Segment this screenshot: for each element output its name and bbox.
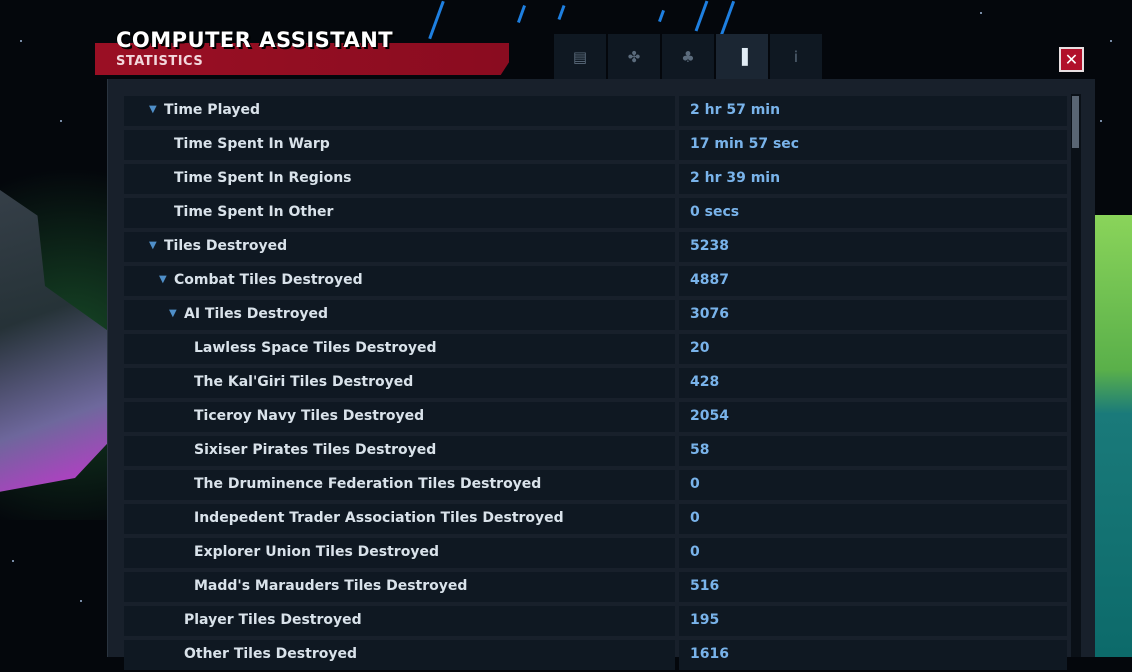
stat-row: Time Spent In Other 0 secs: [124, 196, 1067, 230]
stat-value: 0: [690, 476, 700, 492]
stat-row: Ticeroy Navy Tiles Destroyed 2054: [124, 400, 1067, 434]
stat-value: 2 hr 39 min: [690, 170, 781, 186]
stat-value: 195: [690, 612, 720, 628]
stat-value: 17 min 57 sec: [690, 136, 800, 152]
scrollbar-thumb[interactable]: [1072, 96, 1079, 148]
statistics-panel: ▼ Time Played 2 hr 57 min Time Spent In War…: [107, 79, 1095, 670]
tab-factions[interactable]: ♣: [662, 34, 714, 79]
stat-value-cell: [679, 470, 1067, 500]
bar-chart-icon: ▐: [736, 47, 748, 66]
stat-label: Madd's Marauders Tiles Destroyed: [194, 578, 468, 594]
stat-label: Time Spent In Regions: [174, 170, 352, 186]
expand-arrow-icon[interactable]: ▼: [169, 308, 177, 319]
stat-label: Time Spent In Warp: [174, 136, 330, 152]
stat-row[interactable]: ▼ AI Tiles Destroyed 3076: [124, 298, 1067, 332]
handshake-icon: ✤: [627, 47, 641, 66]
stat-value-cell: [679, 300, 1067, 330]
stat-value-cell: [679, 368, 1067, 398]
stat-label: Time Played: [164, 102, 261, 118]
stat-row[interactable]: ▼ Combat Tiles Destroyed 4887: [124, 264, 1067, 298]
stat-value-cell: [679, 640, 1067, 670]
tab-handshake[interactable]: ✤: [608, 34, 660, 79]
window-subtitle: STATISTICS: [116, 54, 204, 69]
stat-value: 0: [690, 544, 700, 560]
window-title: COMPUTER ASSISTANT: [116, 28, 394, 52]
stat-label: Tiles Destroyed: [164, 238, 288, 254]
stat-value-cell: [679, 572, 1067, 602]
stat-label: The Druminence Federation Tiles Destroye…: [194, 476, 542, 492]
stat-value-cell: [679, 402, 1067, 432]
stat-value: 2 hr 57 min: [690, 102, 781, 118]
stat-row: The Druminence Federation Tiles Destroye…: [124, 468, 1067, 502]
warp-streak: [428, 0, 445, 40]
stat-row: Player Tiles Destroyed 195: [124, 604, 1067, 638]
star: [980, 12, 982, 14]
statistics-list: ▼ Time Played 2 hr 57 min Time Spent In War…: [124, 94, 1067, 672]
stat-label: Sixiser Pirates Tiles Destroyed: [194, 442, 437, 458]
stat-value-cell: [679, 538, 1067, 568]
stat-value: 5238: [690, 238, 729, 254]
warp-streak: [658, 9, 665, 23]
stat-value: 58: [690, 442, 710, 458]
stat-label: Player Tiles Destroyed: [184, 612, 362, 628]
stat-value: 1616: [690, 646, 729, 662]
stat-value-cell: [679, 232, 1067, 262]
stat-label: Ticeroy Navy Tiles Destroyed: [194, 408, 425, 424]
stat-label: Time Spent In Other: [174, 204, 334, 220]
stat-value: 20: [690, 340, 710, 356]
stat-value-cell: [679, 606, 1067, 636]
star: [60, 120, 62, 122]
tab-bar-chart[interactable]: ▐: [716, 34, 768, 79]
warp-streak: [557, 4, 566, 21]
scrollbar[interactable]: [1071, 94, 1081, 657]
stat-label: Lawless Space Tiles Destroyed: [194, 340, 437, 356]
info-icon: i: [793, 47, 799, 66]
stat-label: Indepedent Trader Association Tiles Dest…: [194, 510, 564, 526]
stat-row: Madd's Marauders Tiles Destroyed 516: [124, 570, 1067, 604]
stat-value: 4887: [690, 272, 729, 288]
stat-value: 2054: [690, 408, 729, 424]
stat-row: Other Tiles Destroyed 1616: [124, 638, 1067, 672]
stat-row: Sixiser Pirates Tiles Destroyed 58: [124, 434, 1067, 468]
stat-row: Explorer Union Tiles Destroyed 0: [124, 536, 1067, 570]
stat-label: The Kal'Giri Tiles Destroyed: [194, 374, 414, 390]
tab-info[interactable]: i: [770, 34, 822, 79]
warp-streak: [517, 5, 526, 23]
expand-arrow-icon[interactable]: ▼: [149, 104, 157, 115]
star: [20, 40, 22, 42]
expand-arrow-icon[interactable]: ▼: [159, 274, 167, 285]
factions-icon: ♣: [681, 47, 695, 66]
stat-row: Lawless Space Tiles Destroyed 20: [124, 332, 1067, 366]
star: [80, 600, 82, 602]
star: [1100, 120, 1102, 122]
stat-value-cell: [679, 334, 1067, 364]
stat-label: Explorer Union Tiles Destroyed: [194, 544, 439, 560]
stat-row: Time Spent In Warp 17 min 57 sec: [124, 128, 1067, 162]
stat-value-cell: [679, 266, 1067, 296]
stat-value-cell: [679, 504, 1067, 534]
stat-row: The Kal'Giri Tiles Destroyed 428: [124, 366, 1067, 400]
tab-document[interactable]: ▤: [554, 34, 606, 79]
document-icon: ▤: [572, 47, 588, 66]
stat-label: Other Tiles Destroyed: [184, 646, 357, 662]
stat-value: 428: [690, 374, 720, 390]
warp-streak: [694, 0, 709, 32]
stat-value: 0 secs: [690, 204, 740, 220]
close-icon: ✕: [1064, 49, 1079, 69]
stat-value: 0: [690, 510, 700, 526]
stat-row: Indepedent Trader Association Tiles Dest…: [124, 502, 1067, 536]
stat-label: Combat Tiles Destroyed: [174, 272, 363, 288]
stat-value: 3076: [690, 306, 729, 322]
stat-row[interactable]: ▼ Tiles Destroyed 5238: [124, 230, 1067, 264]
expand-arrow-icon[interactable]: ▼: [149, 240, 157, 251]
stat-row[interactable]: ▼ Time Played 2 hr 57 min: [124, 94, 1067, 128]
stat-label: AI Tiles Destroyed: [184, 306, 329, 322]
star: [1110, 40, 1112, 42]
close-button[interactable]: ✕: [1059, 47, 1084, 72]
stat-value: 516: [690, 578, 720, 594]
stat-value-cell: [679, 436, 1067, 466]
stat-row: Time Spent In Regions 2 hr 39 min: [124, 162, 1067, 196]
star: [12, 560, 14, 562]
tab-bar: ▤ ✤ ♣ ▐ i: [554, 34, 824, 79]
